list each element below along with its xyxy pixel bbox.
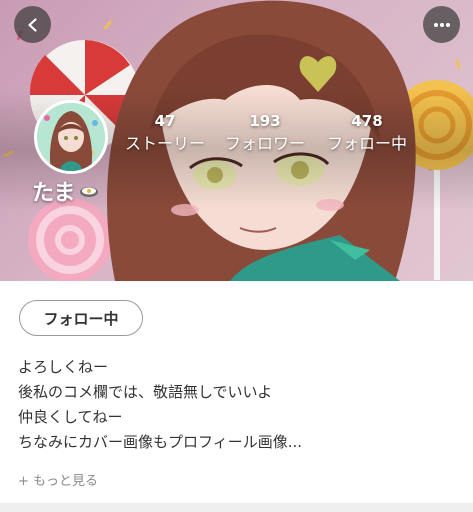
stat-stories-count: 47 (154, 112, 176, 130)
egg-dish-icon (79, 179, 99, 204)
more-horizontal-icon (433, 22, 450, 27)
profile-bio: よろしくねー 後私のコメ欄では、敬語無しでいいよ 仲良くしてねー ちなみにカバー… (18, 355, 458, 455)
stat-following-label: フォロー中 (326, 134, 407, 153)
following-button[interactable]: フォロー中 (19, 300, 143, 336)
stat-stories[interactable]: 47 ストーリー (122, 111, 208, 155)
bio-line: ちなみにカバー画像もプロフィール画像... (18, 433, 303, 451)
stat-followers-count: 193 (249, 112, 281, 130)
more-options-button[interactable] (423, 6, 460, 43)
bio-line: よろしくねー (18, 358, 109, 376)
show-more-link[interactable]: + もっと見る (18, 470, 98, 489)
avatar[interactable] (34, 100, 108, 174)
stat-stories-label: ストーリー (124, 134, 205, 153)
stat-following[interactable]: 478 フォロー中 (322, 111, 412, 155)
stat-followers[interactable]: 193 フォロワー (220, 111, 310, 155)
avatar-illustration (37, 103, 105, 171)
bio-line: 後私のコメ欄では、敬語無しでいいよ (18, 383, 273, 401)
stat-following-count: 478 (351, 112, 383, 130)
chevron-left-icon (27, 17, 37, 32)
stat-followers-label: フォロワー (224, 134, 305, 153)
back-button[interactable] (14, 6, 51, 43)
section-divider (0, 503, 473, 512)
bio-line: 仲良くしてねー (18, 408, 123, 426)
username: たま (32, 175, 99, 207)
username-text: たま (32, 181, 76, 206)
